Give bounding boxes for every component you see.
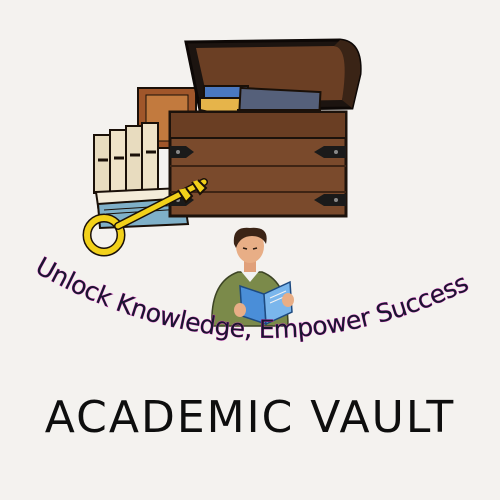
logo-canvas: Unlock Knowledge, Empower Success ACADEM… — [0, 0, 500, 500]
reading-person-icon — [211, 227, 294, 327]
brand-title: ACADEMIC VAULT — [44, 392, 456, 443]
